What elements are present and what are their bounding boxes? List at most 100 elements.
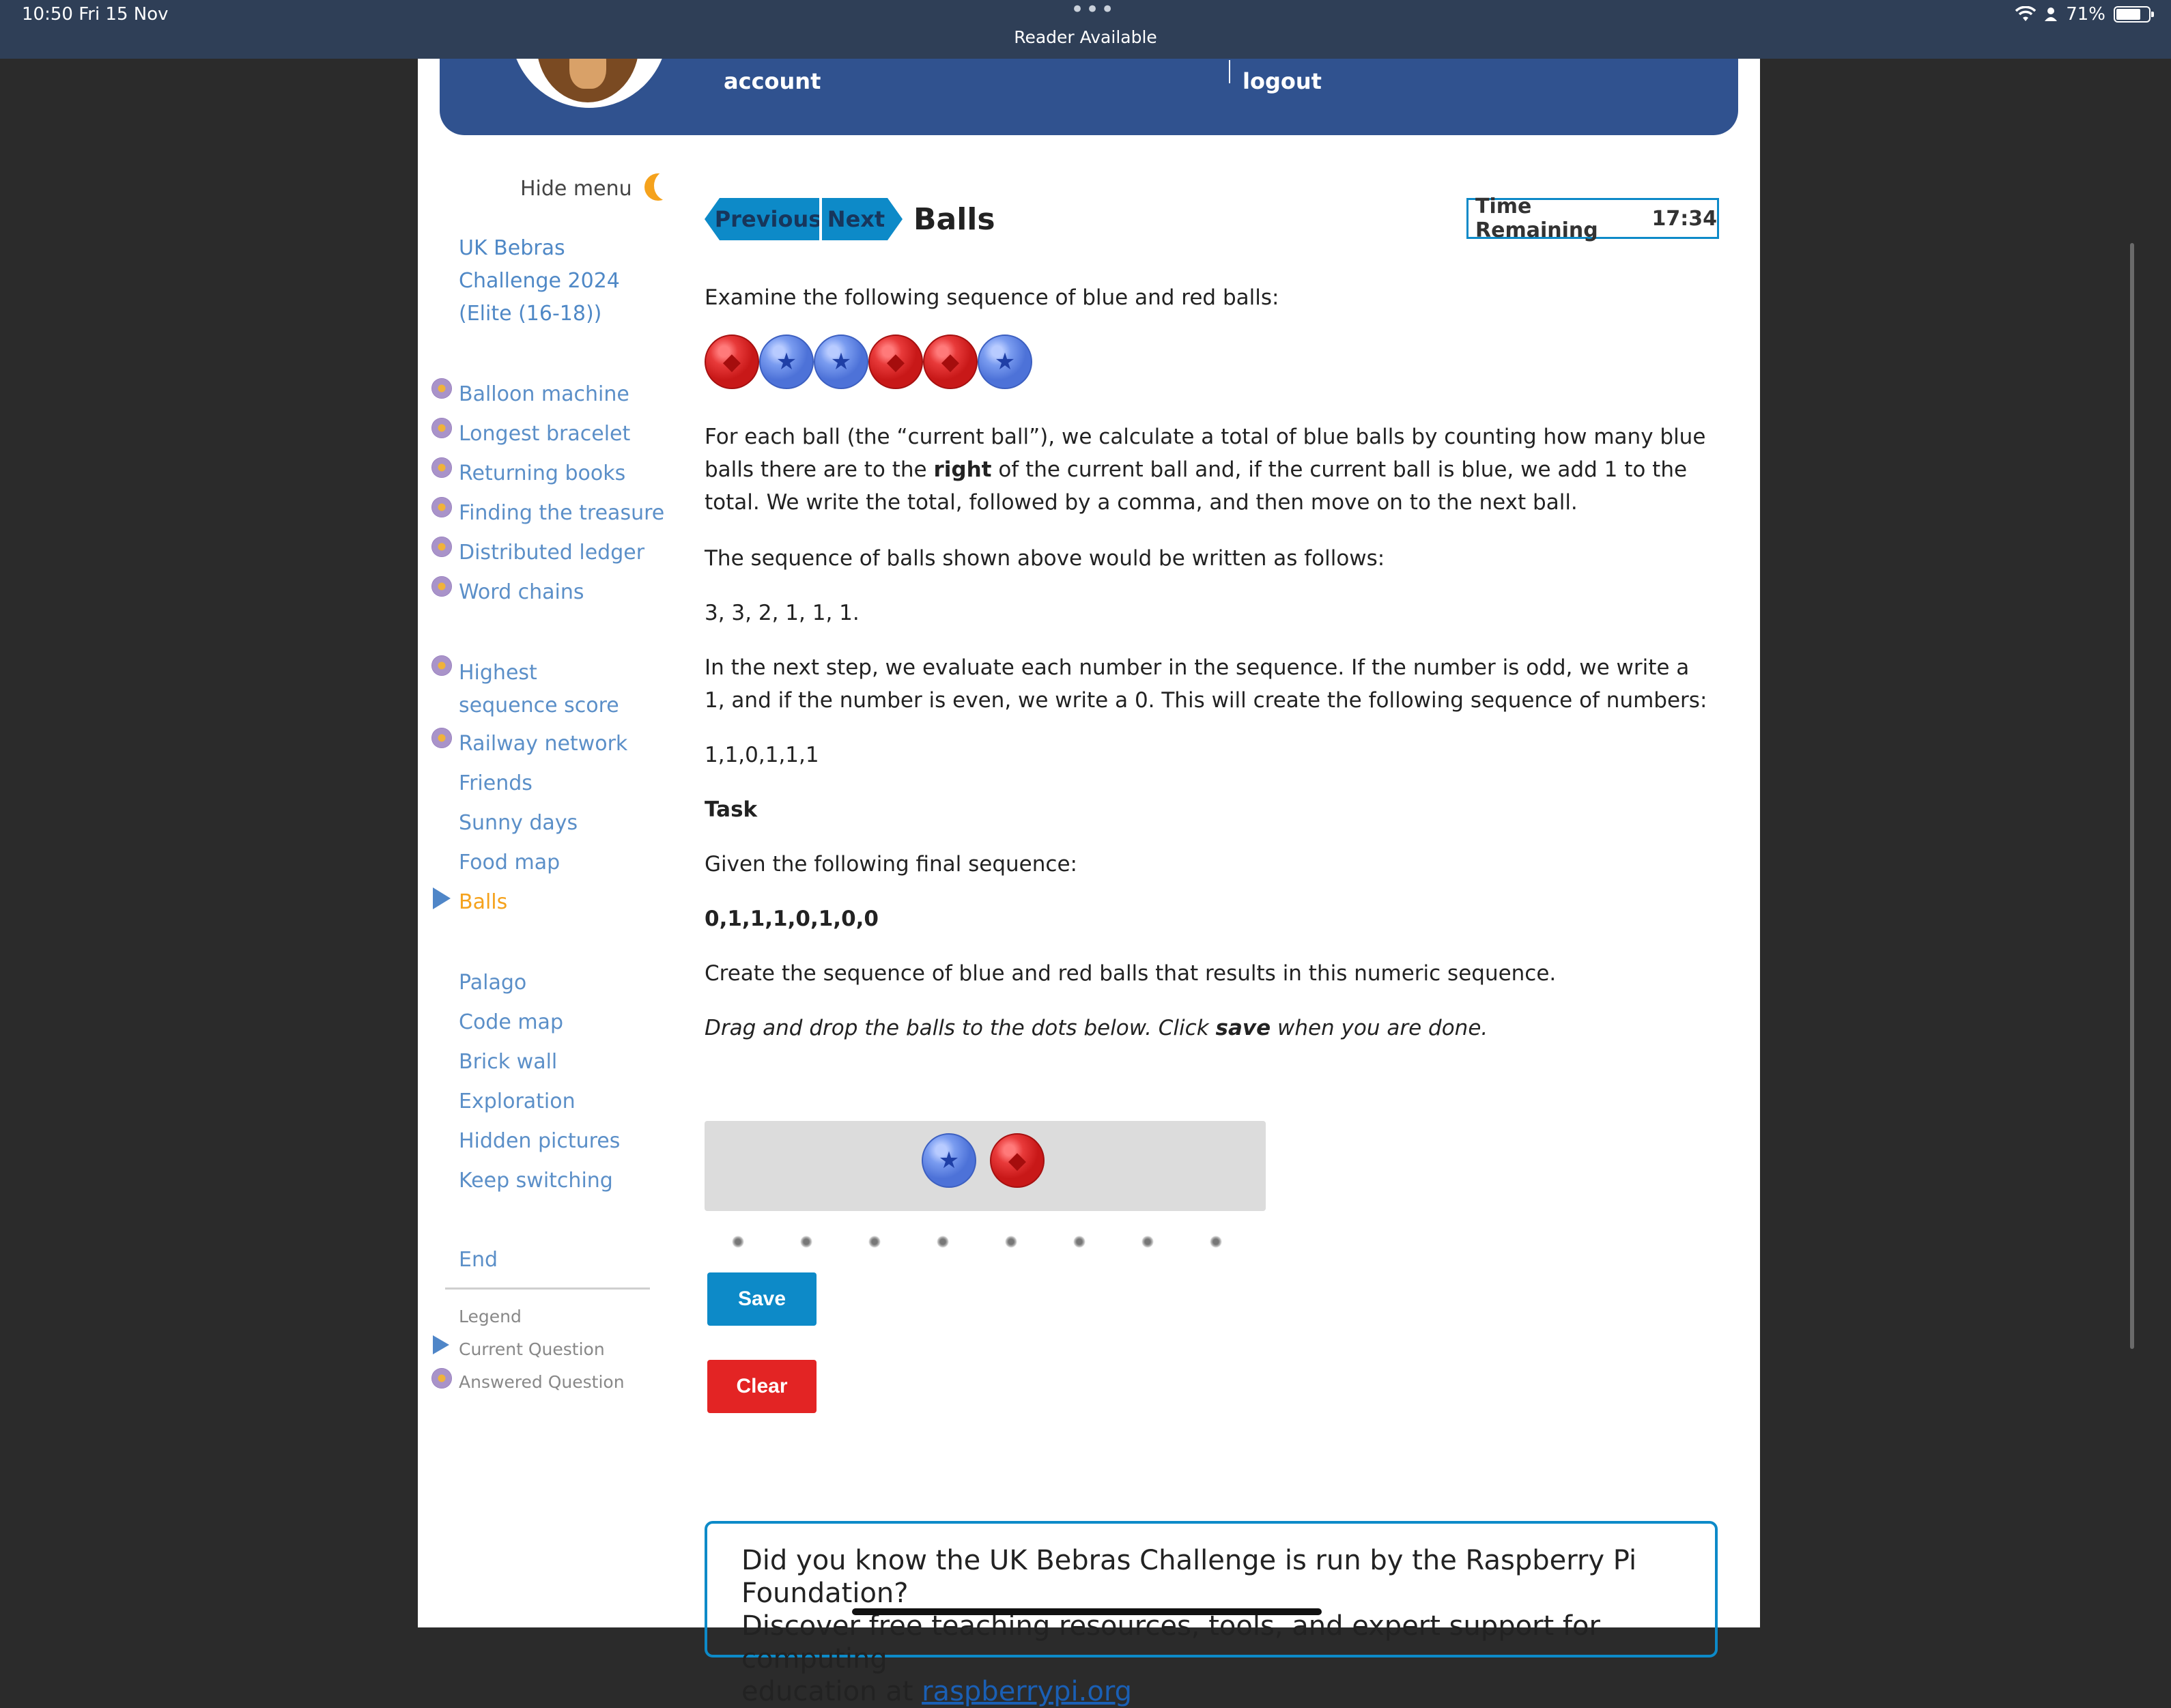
- nav-item-palago[interactable]: Palago: [459, 967, 526, 999]
- legend-title: Legend: [459, 1307, 522, 1326]
- nav-item-balloon-machine[interactable]: Balloon machine: [459, 378, 629, 411]
- drag-drop-instruction: Drag and drop the balls to the dots belo…: [705, 1016, 1488, 1040]
- emphasis-right: right: [933, 457, 992, 482]
- nav-item-code-map[interactable]: Code map: [459, 1006, 563, 1039]
- logout-link[interactable]: logout: [1243, 68, 1322, 94]
- home-indicator[interactable]: [852, 1608, 1322, 1615]
- intro-text: Examine the following sequence of blue a…: [705, 285, 1279, 310]
- star-icon: ★: [776, 348, 797, 375]
- account-link[interactable]: account: [724, 68, 821, 94]
- nav-item-end[interactable]: End: [459, 1244, 498, 1277]
- target-sequence: 0,1,1,1,0,1,0,0: [705, 907, 879, 931]
- time-remaining-value: 17:34: [1651, 206, 1718, 231]
- nav-item-longest-bracelet[interactable]: Longest bracelet: [459, 418, 630, 451]
- star-icon: ★: [830, 348, 852, 375]
- nav-item-brick-wall[interactable]: Brick wall: [459, 1046, 557, 1079]
- time-remaining-label: Time Remaining: [1475, 195, 1598, 242]
- battery-icon: [2114, 6, 2154, 23]
- draggable-blue-ball[interactable]: ★: [922, 1133, 976, 1188]
- diamond-icon: ◆: [886, 348, 905, 375]
- task-heading: Task: [705, 797, 758, 822]
- legend-answered-question: Answered Question: [459, 1372, 625, 1392]
- explanation-paragraph: For each ball (the “current ball”), we c…: [705, 425, 1706, 515]
- nav-item-railway-network[interactable]: Railway network: [459, 728, 627, 760]
- legend-current-question: Current Question: [459, 1339, 605, 1359]
- person-icon: [2045, 8, 2058, 21]
- competition-title-link[interactable]: UK Bebras Challenge 2024 (Elite (16-18)): [459, 232, 623, 330]
- nav-item-balls[interactable]: Balls: [459, 886, 507, 919]
- raspberrypi-link[interactable]: raspberrypi.org: [922, 1676, 1132, 1707]
- answered-flower-icon: [431, 1368, 452, 1389]
- nav-item-finding-the-treasure[interactable]: Finding the treasure: [459, 497, 664, 530]
- drop-slot[interactable]: [868, 1236, 881, 1248]
- diamond-icon: ◆: [722, 348, 741, 375]
- previous-button[interactable]: Previous: [705, 198, 819, 240]
- promo-line-3: education at raspberrypi.org: [741, 1676, 1132, 1707]
- drop-slot[interactable]: [937, 1236, 949, 1248]
- answered-flower-icon: [431, 728, 452, 748]
- next-button[interactable]: Next: [822, 198, 903, 240]
- promo-line-1: Did you know the UK Bebras Challenge is …: [741, 1545, 1637, 1609]
- drop-slot[interactable]: [1141, 1236, 1154, 1248]
- save-button[interactable]: Save: [707, 1272, 817, 1326]
- current-question-triangle-icon: [433, 1335, 449, 1354]
- final-sequence-intro: Given the following final sequence:: [705, 852, 1077, 877]
- nav-item-food-map[interactable]: Food map: [459, 846, 560, 879]
- status-bar: 10:50 Fri 15 Nov ••• Reader Available 71…: [0, 0, 2171, 59]
- status-indicators: 71%: [2015, 4, 2154, 25]
- current-question-triangle-icon: [433, 887, 451, 909]
- answered-flower-icon: [431, 457, 452, 478]
- question-title: Balls: [913, 202, 995, 237]
- nav-item-sunny-days[interactable]: Sunny days: [459, 807, 578, 840]
- battery-percentage: 71%: [2066, 4, 2105, 25]
- example-blue-ball: ★: [759, 335, 814, 389]
- answered-flower-icon: [431, 537, 452, 557]
- example-sequence-counts: 3, 3, 2, 1, 1, 1.: [705, 601, 860, 625]
- example-red-ball: ◆: [705, 335, 759, 389]
- nav-item-keep-switching[interactable]: Keep switching: [459, 1165, 613, 1197]
- status-time: 10:50 Fri 15 Nov: [22, 4, 169, 25]
- nav-item-exploration[interactable]: Exploration: [459, 1085, 576, 1118]
- example-sequence-parity: 1,1,0,1,1,1: [705, 743, 819, 767]
- nav-item-returning-books[interactable]: Returning books: [459, 457, 625, 490]
- diamond-icon: ◆: [1008, 1147, 1027, 1174]
- answered-flower-icon: [431, 418, 452, 438]
- multitasking-dots-icon[interactable]: •••: [1070, 0, 1116, 23]
- drop-slot[interactable]: [800, 1236, 812, 1248]
- nav-item-word-chains[interactable]: Word chains: [459, 576, 584, 609]
- ball-tray: [705, 1121, 1266, 1211]
- scrollbar[interactable]: [2130, 243, 2134, 1349]
- promo-line-2: Discover free teaching resources, tools,…: [741, 1610, 1600, 1675]
- sidebar-divider: [445, 1287, 650, 1290]
- time-remaining-box: Time Remaining 17:34: [1466, 195, 1719, 242]
- drop-slot[interactable]: [732, 1236, 744, 1248]
- hide-menu-button[interactable]: Hide menu: [520, 171, 681, 203]
- sequence-intro-text: The sequence of balls shown above would …: [705, 546, 1385, 571]
- parity-paragraph: In the next step, we evaluate each numbe…: [705, 655, 1707, 713]
- drop-slot[interactable]: [1073, 1236, 1086, 1248]
- answered-flower-icon: [431, 576, 452, 597]
- reader-available-label[interactable]: Reader Available: [0, 27, 2171, 47]
- nav-item-friends[interactable]: Friends: [459, 767, 533, 800]
- wifi-icon: [2015, 6, 2037, 21]
- answered-flower-icon: [431, 378, 452, 399]
- draggable-red-ball[interactable]: ◆: [990, 1133, 1045, 1188]
- answered-flower-icon: [431, 497, 452, 517]
- task-instruction: Create the sequence of blue and red ball…: [705, 961, 1557, 986]
- nav-item-hidden-pictures[interactable]: Hidden pictures: [459, 1125, 620, 1158]
- hide-menu-label: Hide menu: [520, 176, 632, 201]
- example-red-ball: ◆: [868, 335, 923, 389]
- page: account logout Hide menu UK Bebras Chall…: [418, 0, 1760, 1707]
- crescent-moon-icon: [644, 171, 681, 203]
- nav-item-highest-sequence-score[interactable]: Highest sequence score: [459, 657, 636, 722]
- header-separator: [1229, 60, 1230, 83]
- example-blue-ball: ★: [814, 335, 868, 389]
- diamond-icon: ◆: [941, 348, 960, 375]
- star-icon: ★: [994, 348, 1016, 375]
- nav-item-distributed-ledger[interactable]: Distributed ledger: [459, 537, 644, 569]
- drop-slot[interactable]: [1210, 1236, 1222, 1248]
- answered-flower-icon: [431, 655, 452, 676]
- drop-slot[interactable]: [1005, 1236, 1017, 1248]
- clear-button[interactable]: Clear: [707, 1360, 817, 1413]
- example-red-ball: ◆: [923, 335, 978, 389]
